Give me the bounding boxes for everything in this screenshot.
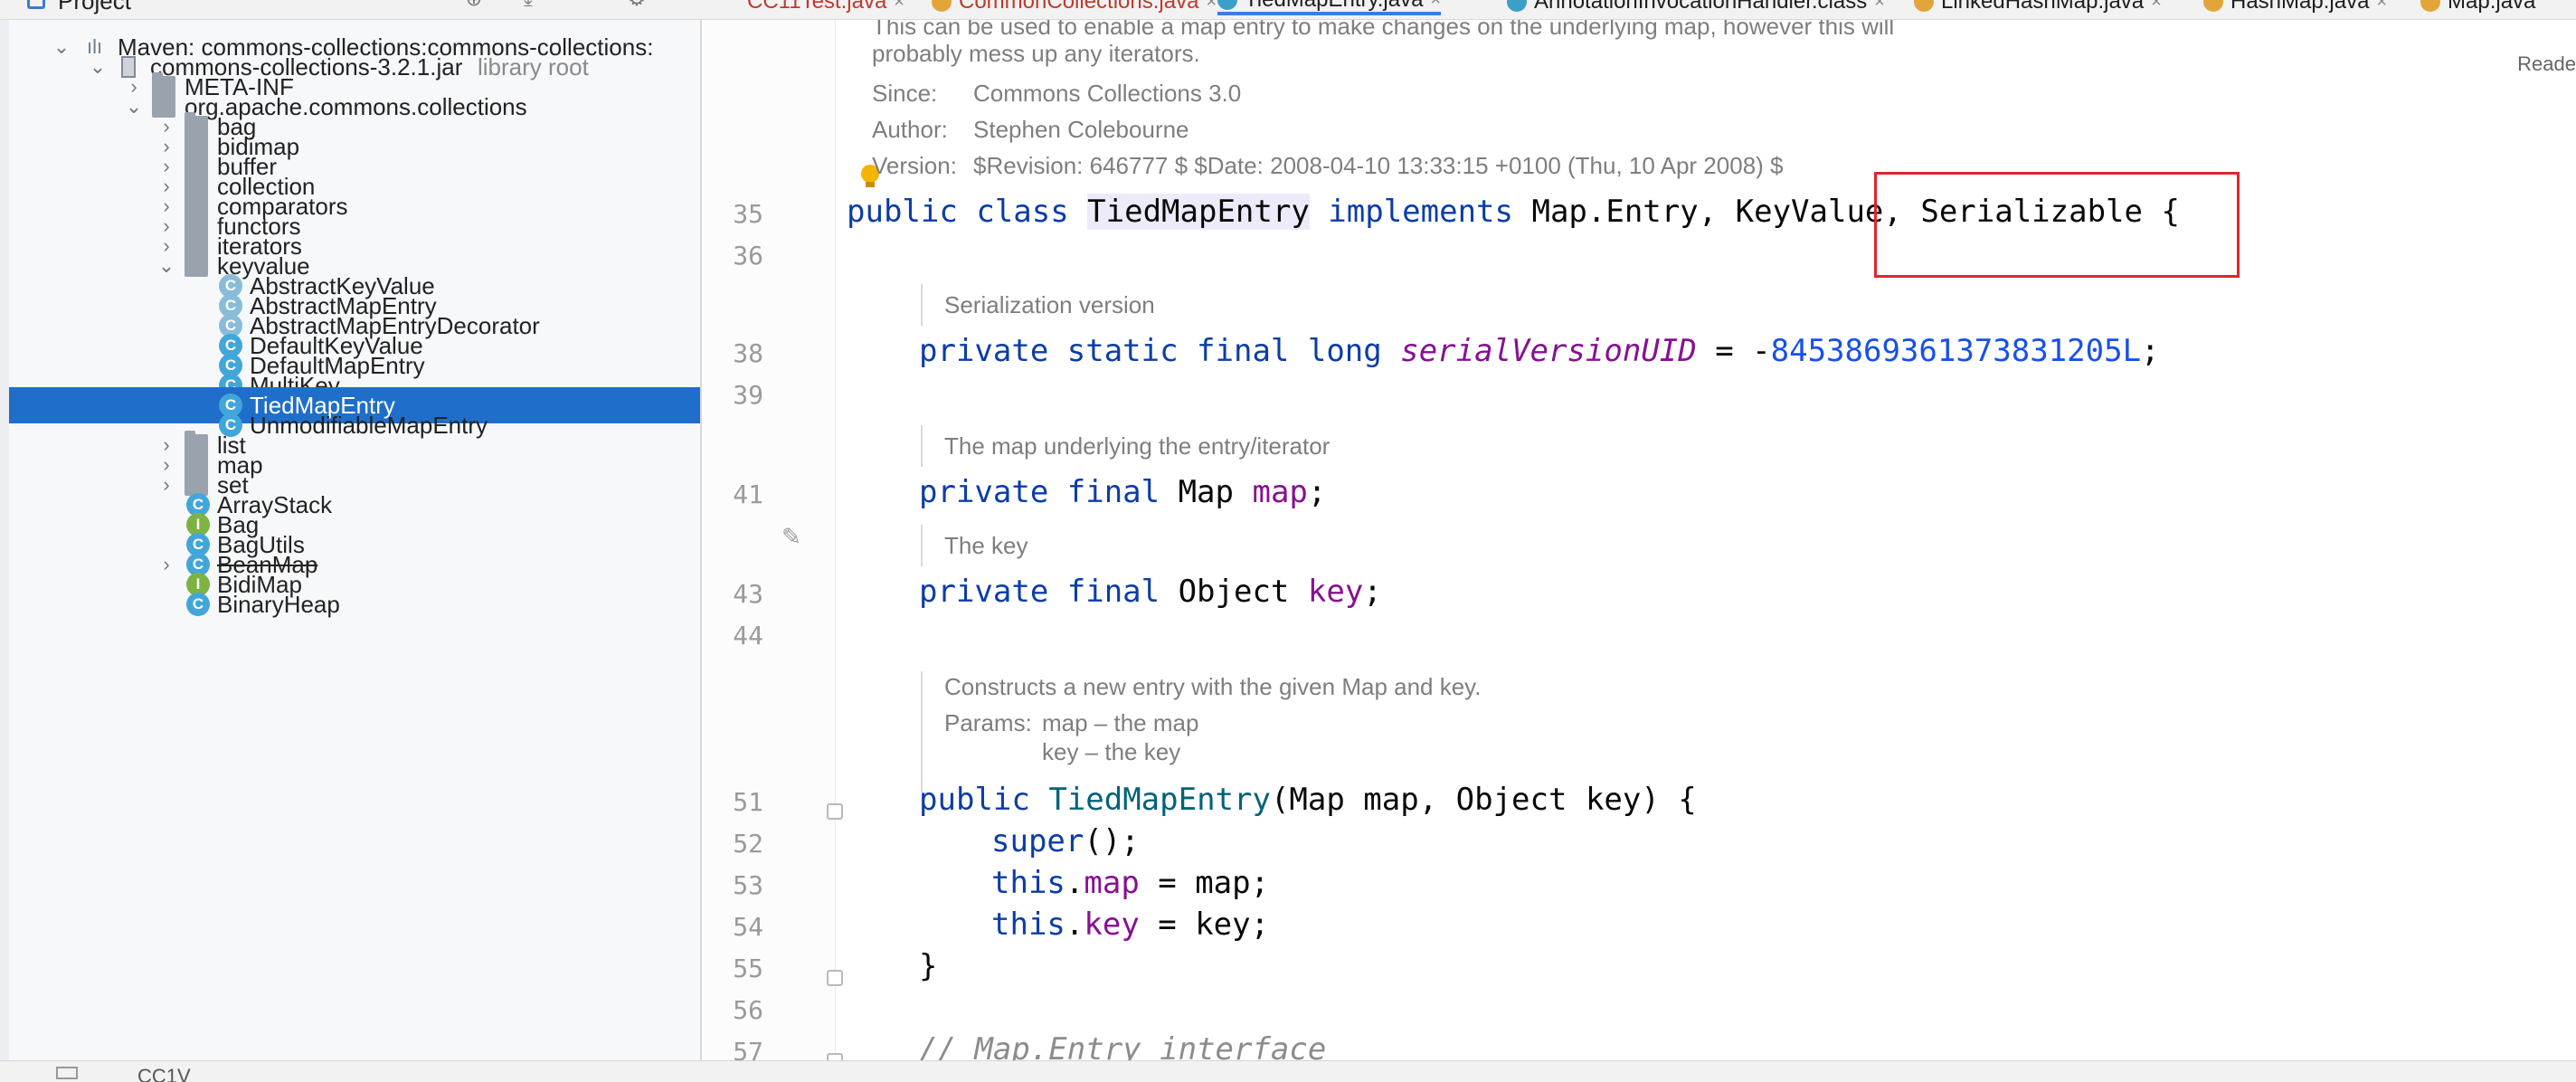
class-icon: [1914, 0, 1934, 12]
highlight-box: [1874, 172, 2240, 278]
line-number: 56: [733, 995, 763, 1025]
class-icon: [1507, 0, 1527, 12]
code-line-51: public TiedMapEntry(Map map, Object key)…: [919, 782, 1697, 818]
javadoc-text: Commons Collections 3.0: [973, 80, 1242, 107]
tab-linkedhashmap[interactable]: LinkedHashMap.java ×: [1914, 0, 2162, 15]
reader-mode-toggle[interactable]: Reade: [2517, 52, 2576, 76]
close-icon[interactable]: ×: [2376, 0, 2387, 13]
project-panel-title[interactable]: Project: [58, 0, 131, 15]
close-icon[interactable]: ×: [894, 0, 904, 13]
javadoc-text: Stephen Colebourne: [973, 116, 1189, 143]
editor-gutter: 35 36 38 39 41 43 44 51 52 53 54 55 56 5…: [704, 20, 843, 1060]
code-line-57: // Map.Entry interface: [919, 1031, 1327, 1060]
line-number: 55: [733, 954, 763, 983]
breadcrumb-icon: [56, 1067, 78, 1079]
locate-icon[interactable]: ⊕: [463, 0, 485, 9]
project-icon: [27, 0, 45, 9]
line-number: 52: [733, 829, 763, 859]
interface-icon: [2420, 0, 2440, 12]
javadoc-bar: [921, 525, 923, 566]
line-number: 38: [733, 338, 763, 368]
pencil-icon[interactable]: ✎: [781, 523, 809, 550]
tab-map[interactable]: Map.java: [2420, 0, 2535, 15]
code-line-53: this.map = map;: [991, 865, 1270, 901]
gear-icon[interactable]: ⚙: [626, 0, 648, 9]
code-editor[interactable]: Reade 35 36 38 39 41 43 44 51 52 53 54 5…: [704, 20, 2576, 1060]
line-number: 44: [733, 621, 763, 650]
javadoc-bar: [921, 284, 923, 326]
javadoc-tag: Version:: [872, 152, 957, 179]
code-line-43: private final Object key;: [919, 574, 1382, 610]
line-number: 39: [733, 380, 763, 410]
expand-all-icon[interactable]: ⌃: [563, 0, 584, 9]
fold-icon[interactable]: [827, 803, 843, 820]
tree-row-binaryheap[interactable]: C BinaryHeap: [9, 586, 700, 622]
code-line-52: super();: [991, 823, 1140, 859]
tool-window-strip: [0, 20, 9, 1060]
line-number: 54: [733, 912, 763, 942]
code-line-41: private final Map map;: [919, 474, 1327, 510]
javadoc-text: Constructs a new entry with the given Ma…: [944, 673, 1482, 700]
code-line-55: }: [919, 948, 938, 984]
javadoc-text: key – the key: [1042, 738, 1181, 765]
tab-cc11test[interactable]: CC11Test.java ×: [747, 0, 904, 15]
class-icon: [1217, 0, 1237, 10]
project-tree: ⌄ ılı Maven: commons-collections:commons…: [0, 20, 702, 1060]
javadoc-text: map – the map: [1042, 709, 1199, 736]
class-icon: [2203, 0, 2223, 12]
code-line-54: this.key = key;: [991, 906, 1270, 943]
javadoc-text: probably mess up any iterators.: [872, 40, 1200, 67]
javadoc-text: The map underlying the entry/iterator: [944, 432, 1331, 460]
close-icon[interactable]: ×: [1430, 0, 1441, 11]
tab-hashmap[interactable]: HashMap.java ×: [2203, 0, 2387, 15]
class-icon: [932, 0, 952, 12]
line-number: 35: [733, 199, 763, 229]
close-icon[interactable]: ×: [2151, 0, 2162, 13]
tab-commoncollections[interactable]: CommonCollections.java ×: [932, 0, 1217, 15]
tab-tiedmapentry[interactable]: TiedMapEntry.java×: [1217, 0, 1442, 15]
project-panel-header: Project ⊕ ⤓ ⌃ ⚙: [0, 0, 702, 19]
status-text: CC1V: [137, 1065, 191, 1082]
fold-icon[interactable]: [827, 970, 843, 986]
javadoc-text: The key: [944, 532, 1028, 559]
javadoc-tag: Since:: [872, 80, 938, 107]
javadoc-bar: [921, 425, 923, 467]
tab-annotationinvocationhandler[interactable]: AnnotationInvocationHandler.class ×: [1507, 0, 1885, 15]
javadoc-text: $Revision: 646777 $ $Date: 2008-04-10 13…: [973, 152, 1784, 179]
line-number: 36: [733, 241, 763, 270]
javadoc-text: Serialization version: [944, 291, 1155, 318]
line-number: 53: [733, 870, 763, 900]
javadoc-bar: [921, 671, 923, 793]
fold-icon[interactable]: [827, 1053, 843, 1060]
code-line-38: private static final long serialVersionU…: [919, 333, 2160, 369]
line-number: 41: [733, 479, 763, 509]
line-number: 51: [733, 787, 763, 817]
top-bar: Project ⊕ ⤓ ⌃ ⚙ CC11Test.java× CommonCol…: [0, 0, 2576, 20]
class-icon: C: [186, 593, 210, 616]
close-icon[interactable]: ×: [1206, 0, 1217, 13]
javadoc-tag: Author:: [872, 116, 948, 143]
status-bar: CC1V: [0, 1060, 2576, 1082]
line-number: 43: [733, 579, 763, 609]
editor-tabs: CC11Test.java× CommonCollections.java× T…: [711, 0, 2576, 19]
close-icon[interactable]: ×: [1874, 0, 1885, 13]
line-number: 57: [733, 1037, 763, 1060]
javadoc-text: This can be used to enable a map entry t…: [872, 20, 1895, 40]
collapse-all-icon[interactable]: ⤓: [517, 0, 539, 9]
javadoc-tag: Params:: [944, 709, 1032, 736]
